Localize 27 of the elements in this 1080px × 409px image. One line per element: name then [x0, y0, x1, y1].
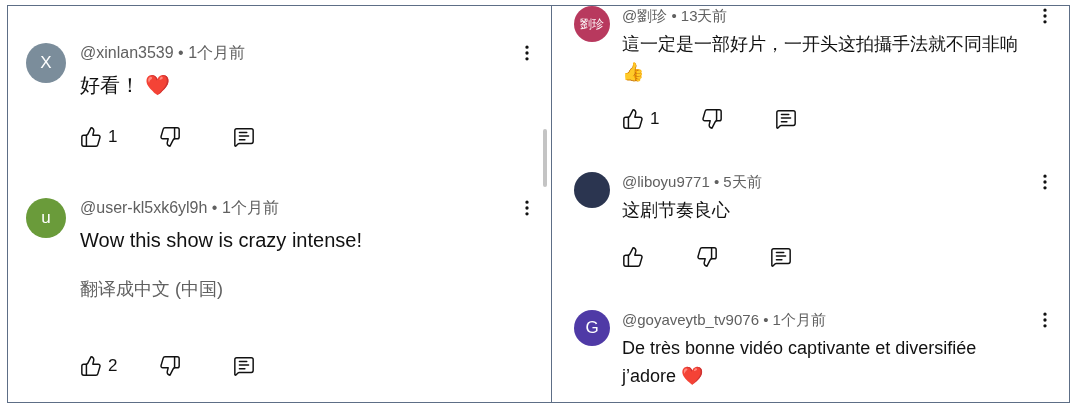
reply-button[interactable]: [770, 246, 792, 268]
like-button[interactable]: 1: [80, 126, 118, 148]
comment-author-time: @user-kl5xk6yl9h • 1个月前: [80, 197, 279, 218]
dislike-button[interactable]: [159, 355, 182, 377]
scrollbar[interactable]: [543, 129, 547, 187]
comment-author-time: @劉珍 • 13天前: [622, 6, 728, 26]
comment-text: Wow this show is crazy intense!: [80, 228, 363, 253]
avatar[interactable]: G: [574, 310, 610, 346]
avatar-picture[interactable]: [574, 172, 610, 208]
comment-text: 這一定是一部好片，一开头这拍攝手法就不同非响👍: [622, 33, 1019, 84]
like-button[interactable]: 2: [80, 355, 118, 377]
comment-text: De très bonne vidéo captivante et diversifiée j’adore ❤: [622, 337, 978, 388]
like-button[interactable]: [622, 246, 644, 268]
reply-button[interactable]: [775, 108, 798, 130]
dislike-button[interactable]: [159, 126, 182, 148]
comment-text: 这剧节奏良心: [622, 199, 731, 222]
translate-link[interactable]: 翻译成中文 (中国): [80, 277, 223, 301]
comment-author-time: @goyaveytb_tv9076 • 1个月前: [622, 310, 826, 330]
dislike-button[interactable]: [701, 108, 724, 130]
dislike-button[interactable]: [696, 246, 718, 268]
comment-text: 好看！ ❤: [80, 73, 172, 98]
comment-author-time: @liboyu9771 • 5天前: [622, 172, 762, 192]
reply-button[interactable]: [233, 126, 256, 148]
like-button[interactable]: 1: [622, 108, 660, 130]
comment-author-time: @xinlan3539 • 1个月前: [80, 42, 246, 63]
reply-button[interactable]: [233, 355, 256, 377]
avatar[interactable]: 劉珍: [574, 6, 610, 42]
